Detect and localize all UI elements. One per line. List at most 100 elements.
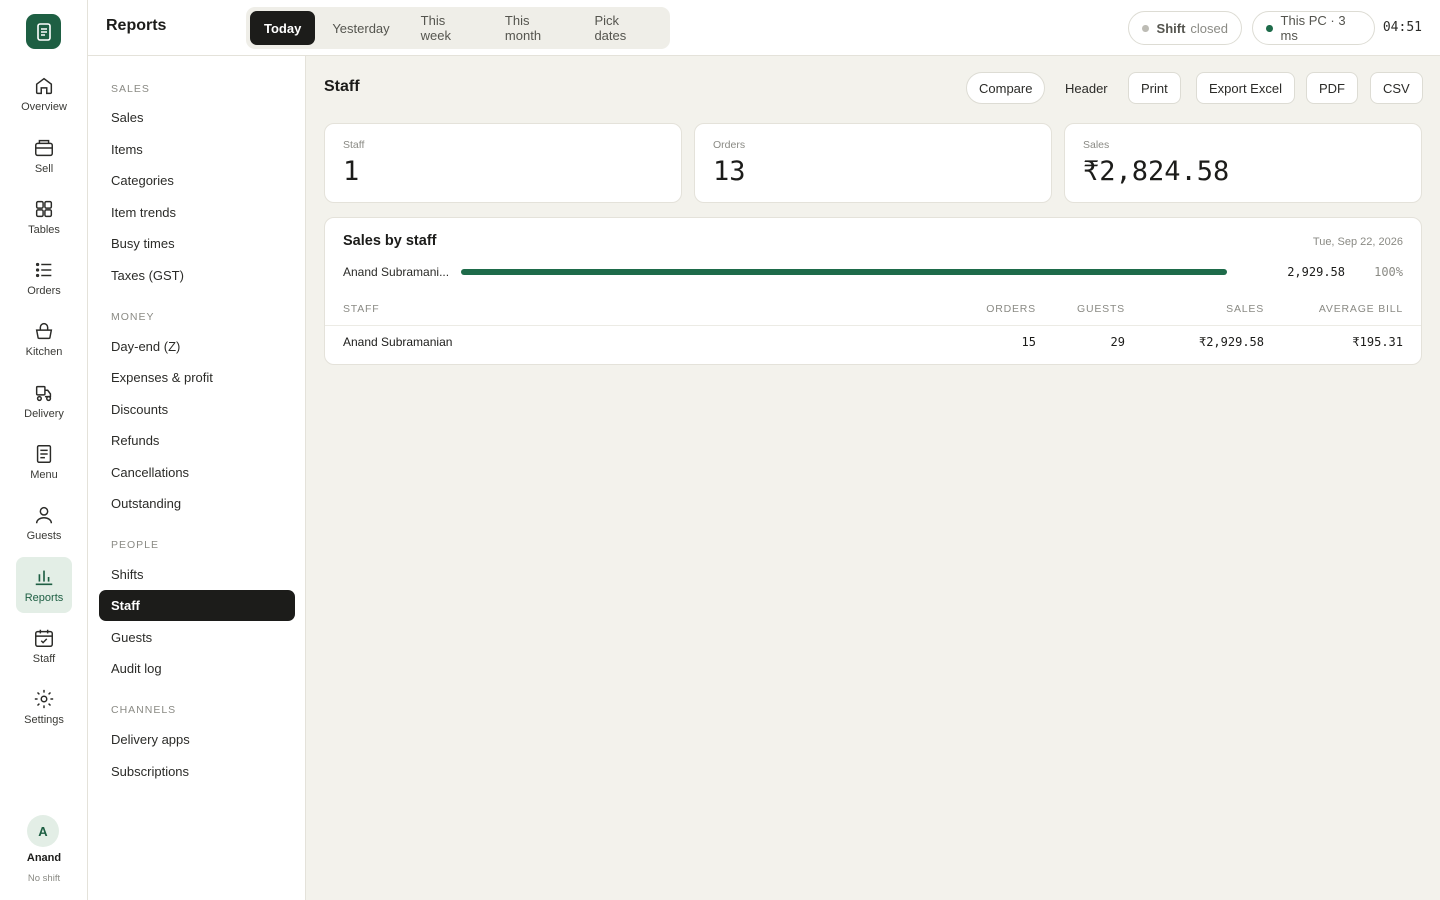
nav-section-money: MONEY <box>111 311 155 323</box>
scooter-icon <box>35 385 52 402</box>
nav-item-sales[interactable]: Sales <box>99 102 295 133</box>
avatar[interactable]: A <box>27 815 59 847</box>
report-content: Staff Compare Header Print Export Excel … <box>306 56 1440 900</box>
nav-section-sales: SALES <box>111 83 150 95</box>
rail-item-sell[interactable]: Sell <box>16 128 72 184</box>
person-icon <box>35 506 53 524</box>
top-bar: Reports Today Yesterday This week This m… <box>88 0 1440 56</box>
rail-item-guests[interactable]: Guests <box>16 495 72 551</box>
rail-item-reports[interactable]: Reports <box>16 557 72 613</box>
reports-nav: SALES Sales Items Categories Item trends… <box>88 56 306 900</box>
device-status: This PC · 3 ms <box>1280 13 1346 43</box>
rail-label: Orders <box>27 285 61 297</box>
rail-label: Kitchen <box>25 346 63 358</box>
nav-item-busy-times[interactable]: Busy times <box>99 228 295 259</box>
rail-label: Delivery <box>24 408 64 420</box>
rail-item-delivery[interactable]: Delivery <box>16 373 72 429</box>
nav-item-cancellations[interactable]: Cancellations <box>99 457 295 488</box>
column-header-average-bill[interactable]: AVERAGE BILL <box>1319 303 1403 315</box>
rail-item-settings[interactable]: Settings <box>16 679 72 735</box>
home-icon <box>35 77 53 95</box>
bar-label: Anand Subramani... <box>343 265 450 279</box>
rail-label: Guests <box>26 530 62 542</box>
kpi-value: 1 <box>343 156 360 187</box>
nav-item-expenses-profit[interactable]: Expenses & profit <box>99 362 295 393</box>
report-title: Staff <box>324 78 360 95</box>
kpi-value: ₹2,824.58 <box>1083 156 1230 187</box>
gear-icon <box>34 689 54 709</box>
receipt-icon <box>36 22 51 41</box>
status-dot <box>1266 24 1273 32</box>
shift-status-pill[interactable]: Shift closed <box>1128 11 1242 45</box>
rail-item-menu[interactable]: Menu <box>16 434 72 490</box>
nav-item-delivery-apps[interactable]: Delivery apps <box>99 724 295 755</box>
rail-item-staff[interactable]: Staff <box>16 618 72 674</box>
nav-item-item-trends[interactable]: Item trends <box>99 197 295 228</box>
nav-item-subscriptions[interactable]: Subscriptions <box>99 756 295 787</box>
rail-label: Staff <box>32 653 56 665</box>
rail-label: Sell <box>34 163 54 175</box>
rail-label: Settings <box>24 714 64 726</box>
rail-item-overview[interactable]: Overview <box>16 66 72 122</box>
document-icon <box>36 445 52 463</box>
bar-fill <box>461 269 1227 275</box>
rail-label: Tables <box>28 224 60 236</box>
page-title: Reports <box>106 17 167 34</box>
date-range-selector: Today Yesterday This week This month Pic… <box>246 7 670 49</box>
status-dot <box>1142 24 1149 32</box>
rail-item-kitchen[interactable]: Kitchen <box>16 311 72 367</box>
register-icon <box>35 139 53 157</box>
csv-button[interactable]: CSV <box>1370 72 1423 104</box>
nav-item-items[interactable]: Items <box>99 134 295 165</box>
range-yesterday[interactable]: Yesterday <box>318 11 403 45</box>
report-date: Tue, Sep 22, 2026 <box>1312 236 1403 248</box>
column-header-staff[interactable]: STAFF <box>343 303 379 315</box>
card-title: Sales by staff <box>343 233 437 249</box>
clock: 04:51 <box>1382 20 1422 35</box>
kpi-card-orders: Orders 13 <box>694 123 1052 203</box>
rail-label: Overview <box>21 101 67 113</box>
calendar-check-icon <box>35 629 53 647</box>
nav-item-guests[interactable]: Guests <box>99 622 295 653</box>
cell-sales: ₹2,929.58 <box>1198 335 1264 349</box>
column-header-sales[interactable]: SALES <box>1226 303 1264 315</box>
app-logo[interactable] <box>26 14 61 49</box>
rail-item-tables[interactable]: Tables <box>16 189 72 245</box>
header-button[interactable]: Header <box>1052 72 1121 104</box>
grid-icon <box>35 200 53 218</box>
nav-item-outstanding[interactable]: Outstanding <box>99 488 295 519</box>
kpi-value: 13 <box>713 156 746 187</box>
range-this-week[interactable]: This week <box>407 11 488 45</box>
column-header-guests[interactable]: GUESTS <box>1077 303 1125 315</box>
rail-item-orders[interactable]: Orders <box>16 250 72 306</box>
pdf-button[interactable]: PDF <box>1306 72 1358 104</box>
bar-percent: 100% <box>1374 265 1403 279</box>
shift-state: closed <box>1190 20 1228 36</box>
column-header-orders[interactable]: ORDERS <box>986 303 1036 315</box>
user-name: Anand <box>26 852 62 864</box>
app-rail: Overview Sell Tables Orders Kitchen Deli… <box>0 0 88 900</box>
nav-item-shifts[interactable]: Shifts <box>99 559 295 590</box>
nav-item-audit-log[interactable]: Audit log <box>99 653 295 684</box>
print-button[interactable]: Print <box>1128 72 1181 104</box>
nav-item-discounts[interactable]: Discounts <box>99 394 295 425</box>
compare-button[interactable]: Compare <box>966 72 1046 104</box>
divider <box>325 325 1421 326</box>
nav-item-day-end[interactable]: Day-end (Z) <box>99 331 295 362</box>
nav-item-categories[interactable]: Categories <box>99 165 295 196</box>
rail-label: Menu <box>30 469 58 481</box>
export-excel-button[interactable]: Export Excel <box>1196 72 1295 104</box>
sales-by-staff-card: Sales by staff Tue, Sep 22, 2026 Anand S… <box>324 217 1422 365</box>
cell-orders: 15 <box>1021 335 1036 349</box>
list-icon <box>35 262 52 278</box>
user-shift-status: No shift <box>27 873 61 884</box>
nav-item-staff[interactable]: Staff <box>99 590 295 621</box>
device-status-pill[interactable]: This PC · 3 ms <box>1252 11 1375 45</box>
range-this-month[interactable]: This month <box>491 11 578 45</box>
cell-staff-name[interactable]: Anand Subramanian <box>343 335 452 349</box>
nav-item-taxes[interactable]: Taxes (GST) <box>99 260 295 291</box>
range-pick-dates[interactable]: Pick dates <box>580 11 663 45</box>
bar-track <box>461 269 1227 275</box>
range-today[interactable]: Today <box>250 11 316 45</box>
nav-item-refunds[interactable]: Refunds <box>99 425 295 456</box>
